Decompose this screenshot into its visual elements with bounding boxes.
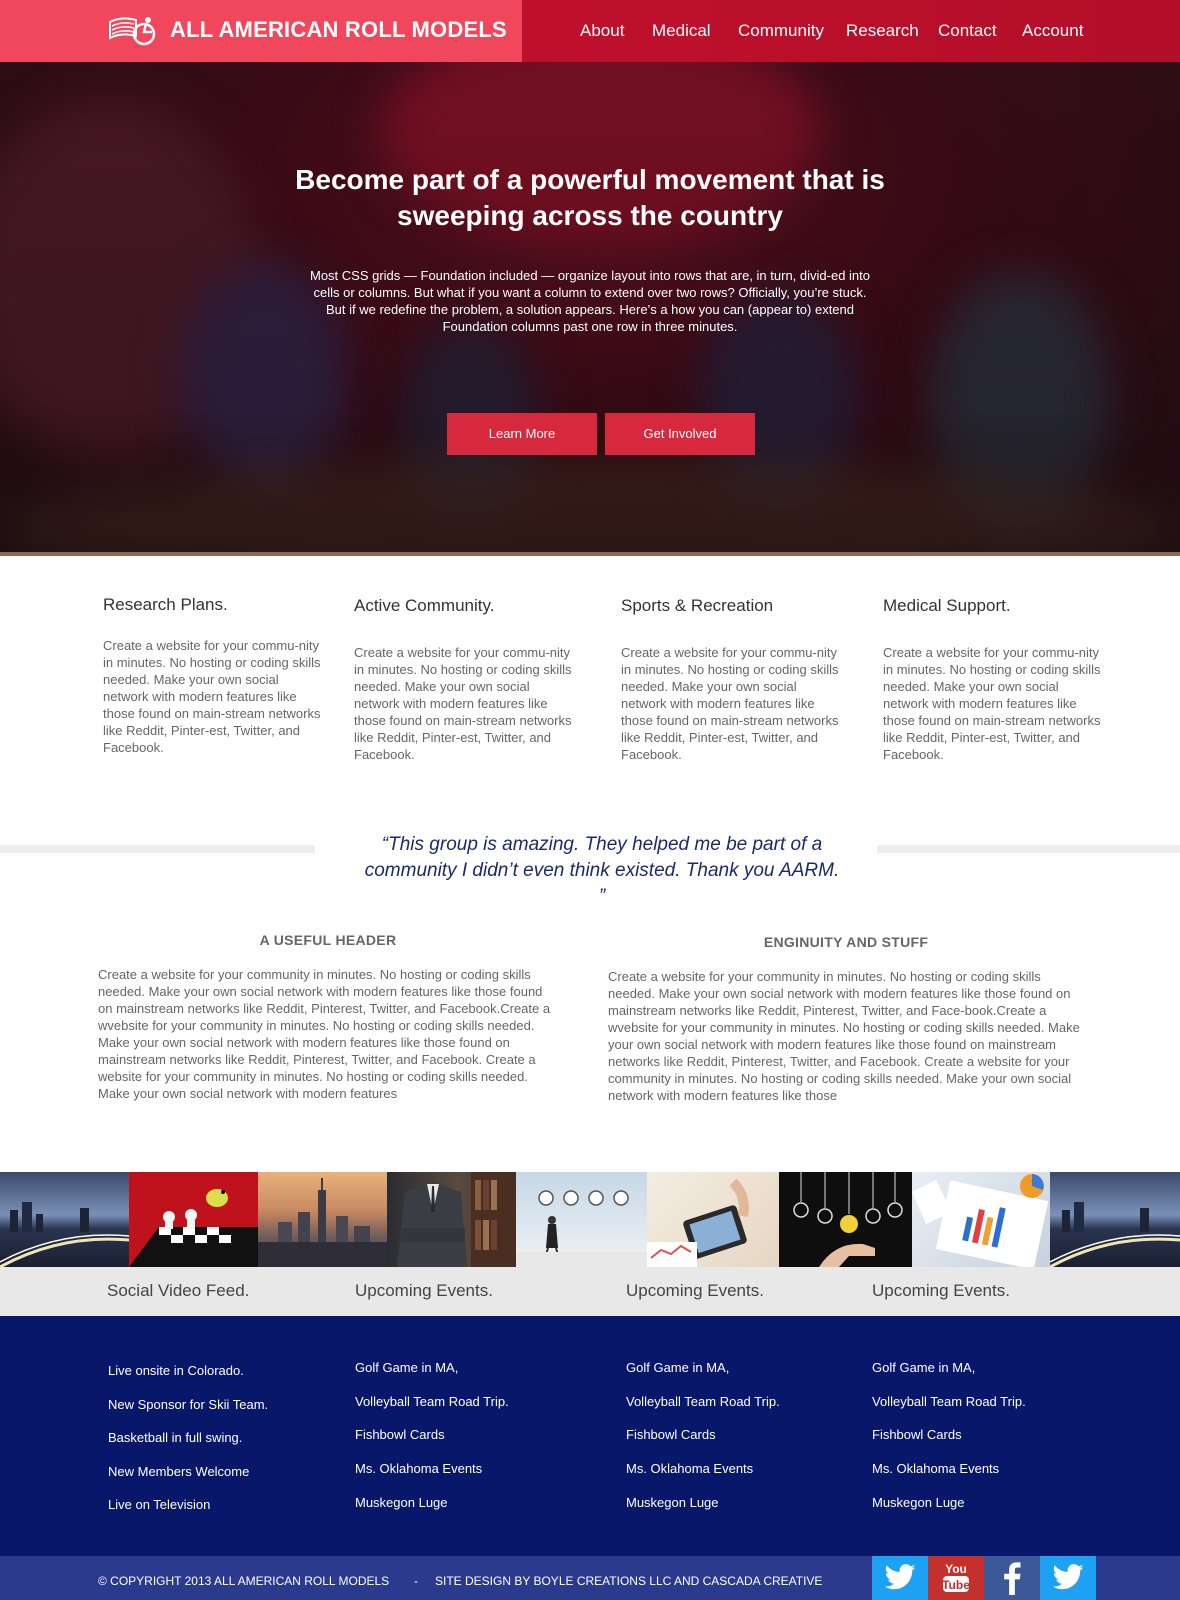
gallery-photo-city-night-2[interactable] <box>1050 1172 1180 1267</box>
footer-title-events-3: Upcoming Events. <box>872 1281 1010 1300</box>
column-header-enginuity: ENGINUITY AND STUFF <box>763 934 929 950</box>
gallery-photo-clocks[interactable] <box>516 1172 647 1267</box>
footer-link[interactable]: New Members Welcome <box>108 1464 249 1479</box>
quote-divider-left <box>0 845 315 853</box>
gallery-photo-tablet[interactable] <box>647 1172 779 1267</box>
gallery-photo-chess[interactable] <box>129 1172 258 1267</box>
hero-divider <box>0 552 1180 556</box>
footer-link[interactable]: New Sponsor for Skii Team. <box>108 1397 268 1412</box>
hero-text: Most CSS grids — Foundation included — o… <box>309 268 870 334</box>
youtube-button[interactable]: You Tube <box>928 1556 984 1600</box>
city-night-photo-icon <box>0 1202 129 1267</box>
city-night-photo-icon <box>1050 1202 1180 1267</box>
footer-link[interactable]: Muskegon Luge <box>872 1495 965 1510</box>
footer-link[interactable]: Fishbowl Cards <box>355 1427 445 1442</box>
footer-link[interactable]: Golf Game in MA, <box>872 1360 975 1375</box>
lightbulbs-photo-icon <box>793 1172 903 1267</box>
hero-section: Become part of a powerful movement that … <box>0 62 1180 556</box>
brand-block[interactable]: ALL AMERICAN ROLL MODELS <box>0 0 522 62</box>
feature-title-community: Active Community. <box>354 596 495 615</box>
copyright-text: © COPYRIGHT 2013 ALL AMERICAN ROLL MODEL… <box>98 1574 390 1588</box>
feature-text-research: Create a website for your commu-nity in … <box>103 638 321 755</box>
gallery-photo-businessman[interactable] <box>387 1172 516 1267</box>
brand-name[interactable]: ALL AMERICAN ROLL MODELS <box>170 17 507 43</box>
gallery-photo-skyline[interactable] <box>258 1172 387 1267</box>
page: ALL AMERICAN ROLL MODELS About Medical C… <box>0 0 1180 1600</box>
column-text-enginuity: Create a website for your community in m… <box>608 969 1080 1103</box>
footer-link[interactable]: Live on Television <box>108 1497 210 1512</box>
twitter-button[interactable] <box>872 1556 928 1600</box>
footer-links-section: Live onsite in Colorado. New Sponsor for… <box>0 1316 1180 1556</box>
footer-link[interactable]: Volleyball Team Road Trip. <box>355 1394 509 1409</box>
feature-title-research: Research Plans. <box>103 595 228 614</box>
feature-text-sports: Create a website for your commu-nity in … <box>621 645 839 762</box>
footer-link[interactable]: Basketball in full swing. <box>108 1430 242 1445</box>
footer-link[interactable]: Muskegon Luge <box>626 1495 719 1510</box>
twitter-button-2[interactable] <box>1040 1556 1096 1600</box>
twitter-icon <box>884 1564 916 1590</box>
businessman-photo-icon <box>397 1172 516 1267</box>
twitter-icon <box>1052 1564 1084 1590</box>
feature-title-sports: Sports & Recreation <box>621 596 774 615</box>
hero-title: Become part of a powerful movement that … <box>295 164 885 231</box>
footer-link[interactable]: Ms. Oklahoma Events <box>355 1461 482 1476</box>
footer-link[interactable]: Muskegon Luge <box>355 1495 448 1510</box>
skyline-photo-icon <box>258 1178 387 1267</box>
feature-text-community: Create a website for your commu-nity in … <box>354 645 572 762</box>
chess-photo-icon <box>129 1189 258 1267</box>
footer-title-social-video: Social Video Feed. <box>107 1281 250 1300</box>
column-header-useful: A USEFUL HEADER <box>259 932 397 948</box>
feature-text-medical: Create a website for your commu-nity in … <box>883 645 1101 762</box>
nav-contact[interactable]: Contact <box>938 21 997 41</box>
nav-research[interactable]: Research <box>846 21 919 41</box>
footer-link[interactable]: Golf Game in MA, <box>626 1360 729 1375</box>
image-gallery-strip <box>0 1172 1180 1267</box>
get-involved-button[interactable]: Get Involved <box>605 413 755 455</box>
quote-divider-right <box>877 845 1180 853</box>
wheelchair-flag-logo-icon <box>109 17 156 46</box>
learn-more-button[interactable]: Learn More <box>447 413 597 455</box>
footer-title-events-1: Upcoming Events. <box>355 1281 493 1300</box>
footer-link[interactable]: Ms. Oklahoma Events <box>626 1461 753 1476</box>
column-text-useful: Create a website for your community in m… <box>98 967 551 1101</box>
footer-link[interactable]: Golf Game in MA, <box>355 1360 458 1375</box>
gallery-photo-city-night[interactable] <box>0 1172 129 1267</box>
footer-title-events-2: Upcoming Events. <box>626 1281 764 1300</box>
financial-charts-photo-icon <box>912 1174 1049 1267</box>
gallery-photo-lightbulbs[interactable] <box>779 1172 912 1267</box>
feature-title-medical: Medical Support. <box>883 596 1011 615</box>
facebook-button[interactable] <box>984 1556 1040 1600</box>
nav-account[interactable]: Account <box>1022 21 1083 41</box>
facebook-icon <box>1004 1562 1021 1595</box>
testimonial-quote: “This group is amazing. They helped me b… <box>364 834 840 907</box>
gallery-photo-charts[interactable] <box>912 1172 1050 1267</box>
svg-text:You: You <box>945 1562 967 1576</box>
clocks-photo-icon <box>516 1190 647 1267</box>
nav-community[interactable]: Community <box>738 21 824 41</box>
footer-link[interactable]: Fishbowl Cards <box>872 1427 962 1442</box>
tablet-photo-icon <box>647 1178 749 1267</box>
svg-text:Tube: Tube <box>942 1578 970 1592</box>
nav-about[interactable]: About <box>580 21 624 41</box>
footer-link[interactable]: Fishbowl Cards <box>626 1427 716 1442</box>
copyright-separator: - <box>414 1574 418 1588</box>
footer-link[interactable]: Live onsite in Colorado. <box>108 1363 244 1378</box>
footer-link[interactable]: Volleyball Team Road Trip. <box>626 1394 780 1409</box>
footer-link[interactable]: Ms. Oklahoma Events <box>872 1461 999 1476</box>
site-credit-text: SITE DESIGN BY BOYLE CREATIONS LLC AND C… <box>435 1574 823 1588</box>
top-navigation-bar: ALL AMERICAN ROLL MODELS About Medical C… <box>0 0 1180 62</box>
youtube-icon: You Tube <box>942 1562 970 1592</box>
footer-link[interactable]: Volleyball Team Road Trip. <box>872 1394 1026 1409</box>
nav-medical[interactable]: Medical <box>652 21 711 41</box>
